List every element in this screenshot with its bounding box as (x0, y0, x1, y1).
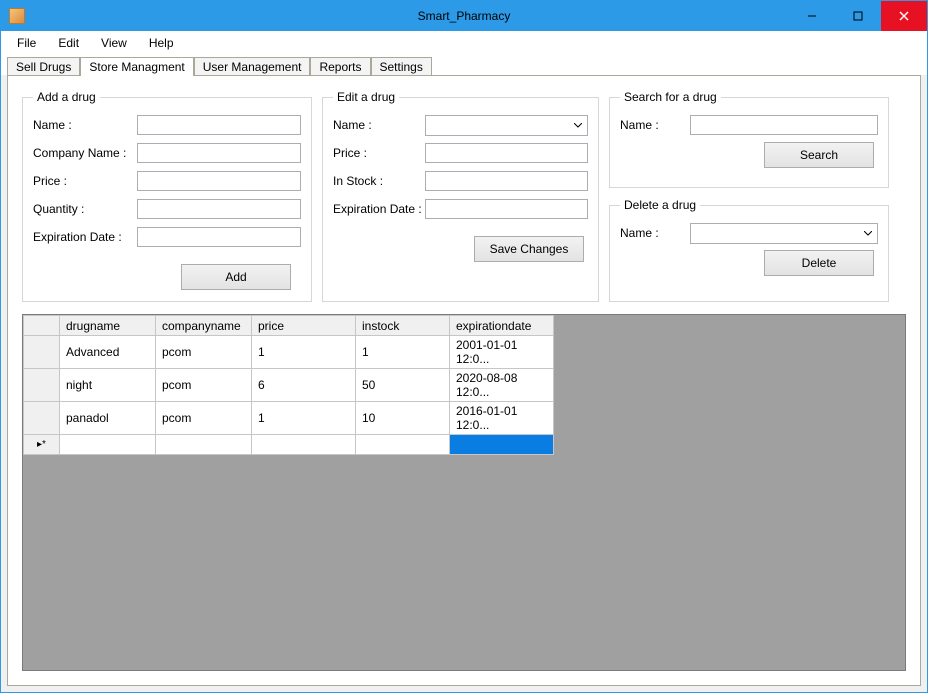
minimize-button[interactable] (789, 1, 835, 31)
search-name-input[interactable] (690, 115, 878, 135)
table-row[interactable]: Advanced pcom 1 1 2001-01-01 12:0... (24, 336, 554, 369)
search-name-label: Name : (620, 118, 690, 132)
edit-price-input[interactable] (425, 143, 588, 163)
add-price-label: Price : (33, 174, 137, 188)
cell-companyname[interactable]: pcom (156, 369, 252, 402)
row-header[interactable] (24, 336, 60, 369)
edit-instock-input[interactable] (425, 171, 588, 191)
chevron-down-icon (860, 225, 875, 242)
menu-help[interactable]: Help (139, 34, 184, 52)
grid-header-expirationdate[interactable]: expirationdate (450, 316, 554, 336)
table-row[interactable]: night pcom 6 50 2020-08-08 12:0... (24, 369, 554, 402)
drugs-grid[interactable]: drugname companyname price instock expir… (23, 315, 554, 455)
group-search-legend: Search for a drug (620, 90, 721, 104)
titlebar: Smart_Pharmacy (1, 1, 927, 31)
cell-expirationdate[interactable]: 2001-01-01 12:0... (450, 336, 554, 369)
tab-sell-drugs[interactable]: Sell Drugs (7, 57, 80, 76)
maximize-button[interactable] (835, 1, 881, 31)
cell-expirationdate[interactable]: 2016-01-01 12:0... (450, 402, 554, 435)
grid-corner-header[interactable] (24, 316, 60, 336)
add-company-label: Company Name : (33, 146, 137, 160)
add-expdate-label: Expiration Date : (33, 230, 137, 244)
chevron-down-icon (570, 117, 585, 134)
menubar: File Edit View Help (1, 31, 927, 53)
right-groups-column: Search for a drug Name : Search Delete a… (609, 90, 889, 302)
menu-edit[interactable]: Edit (48, 34, 89, 52)
menu-file[interactable]: File (7, 34, 46, 52)
add-name-input[interactable] (137, 115, 301, 135)
cell-empty[interactable] (252, 435, 356, 455)
group-delete-legend: Delete a drug (620, 198, 700, 212)
cell-drugname[interactable]: Advanced (60, 336, 156, 369)
cell-companyname[interactable]: pcom (156, 336, 252, 369)
maximize-icon (853, 11, 863, 21)
edit-name-label: Name : (333, 118, 425, 132)
grid-header-drugname[interactable]: drugname (60, 316, 156, 336)
delete-name-label: Name : (620, 226, 690, 240)
drugs-grid-container: drugname companyname price instock expir… (22, 314, 906, 671)
cell-price[interactable]: 1 (252, 402, 356, 435)
client-area: File Edit View Help Sell Drugs Store Man… (1, 31, 927, 692)
edit-name-combo[interactable] (425, 115, 588, 136)
search-button[interactable]: Search (764, 142, 874, 168)
tab-user-management[interactable]: User Management (194, 57, 311, 76)
group-search-drug: Search for a drug Name : Search (609, 90, 889, 188)
cell-companyname[interactable]: pcom (156, 402, 252, 435)
minimize-icon (807, 11, 817, 21)
window-buttons (789, 1, 927, 31)
cell-instock[interactable]: 10 (356, 402, 450, 435)
edit-instock-label: In Stock : (333, 174, 425, 188)
row-header-new[interactable]: ▸* (24, 435, 60, 455)
cell-instock[interactable]: 1 (356, 336, 450, 369)
save-changes-button[interactable]: Save Changes (474, 236, 584, 262)
group-edit-drug: Edit a drug Name : Price : In Stock : Ex… (322, 90, 599, 302)
groups-row: Add a drug Name : Company Name : Price :… (22, 90, 906, 302)
tab-content-store-management: Add a drug Name : Company Name : Price :… (7, 75, 921, 686)
tab-store-management[interactable]: Store Managment (80, 57, 193, 76)
table-row[interactable]: panadol pcom 1 10 2016-01-01 12:0... (24, 402, 554, 435)
app-window: Smart_Pharmacy File Edit View Help Sell … (0, 0, 928, 693)
add-quantity-input[interactable] (137, 199, 301, 219)
group-add-drug: Add a drug Name : Company Name : Price :… (22, 90, 312, 302)
cell-drugname[interactable]: night (60, 369, 156, 402)
row-header[interactable] (24, 369, 60, 402)
tab-reports[interactable]: Reports (310, 57, 370, 76)
tab-settings[interactable]: Settings (371, 57, 432, 76)
group-delete-drug: Delete a drug Name : Delete (609, 198, 889, 302)
add-button[interactable]: Add (181, 264, 291, 290)
grid-header-companyname[interactable]: companyname (156, 316, 252, 336)
add-expdate-input[interactable] (137, 227, 301, 247)
grid-header-instock[interactable]: instock (356, 316, 450, 336)
cell-empty[interactable] (60, 435, 156, 455)
edit-expdate-input[interactable] (425, 199, 588, 219)
delete-name-combo[interactable] (690, 223, 878, 244)
cell-instock[interactable]: 50 (356, 369, 450, 402)
add-price-input[interactable] (137, 171, 301, 191)
cell-price[interactable]: 1 (252, 336, 356, 369)
add-quantity-label: Quantity : (33, 202, 137, 216)
close-icon (899, 11, 909, 21)
cell-empty[interactable] (356, 435, 450, 455)
cell-expirationdate[interactable]: 2020-08-08 12:0... (450, 369, 554, 402)
grid-header-price[interactable]: price (252, 316, 356, 336)
add-company-input[interactable] (137, 143, 301, 163)
cell-drugname[interactable]: panadol (60, 402, 156, 435)
menu-view[interactable]: View (91, 34, 137, 52)
add-name-label: Name : (33, 118, 137, 132)
close-button[interactable] (881, 1, 927, 31)
edit-price-label: Price : (333, 146, 425, 160)
group-add-legend: Add a drug (33, 90, 100, 104)
edit-expdate-label: Expiration Date : (333, 202, 425, 216)
cell-price[interactable]: 6 (252, 369, 356, 402)
group-edit-legend: Edit a drug (333, 90, 399, 104)
cell-selected[interactable] (450, 435, 554, 455)
tabstrip: Sell Drugs Store Managment User Manageme… (1, 53, 927, 75)
row-header[interactable] (24, 402, 60, 435)
delete-button[interactable]: Delete (764, 250, 874, 276)
cell-empty[interactable] (156, 435, 252, 455)
app-icon (9, 8, 25, 24)
table-row-new[interactable]: ▸* (24, 435, 554, 455)
